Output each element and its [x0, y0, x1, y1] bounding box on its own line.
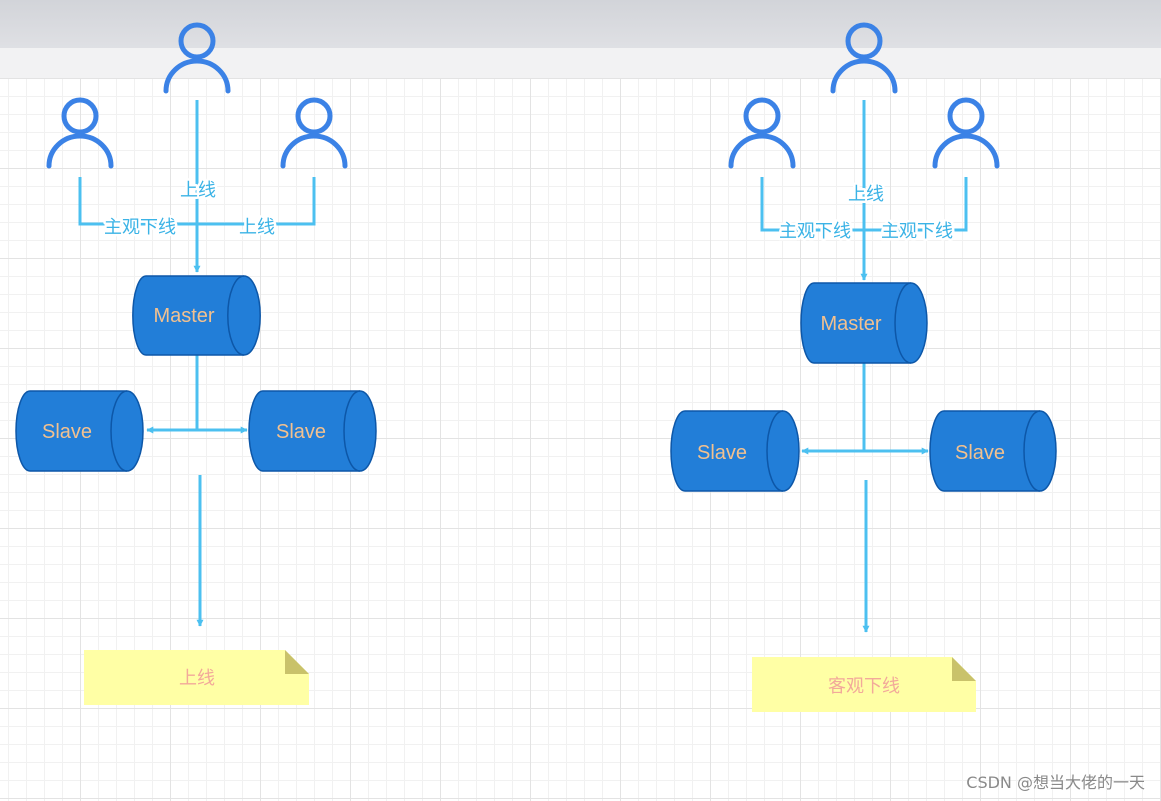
right-diagram: 上线 主观下线 主观下线 Master Slave Slave 客观下线 — [670, 22, 1057, 712]
right-master-label: Master — [820, 313, 881, 335]
right-note: 客观下线 — [752, 657, 976, 712]
left-note: 上线 — [84, 650, 309, 705]
left-master-db: Master — [132, 275, 261, 356]
user-icon — [830, 22, 898, 94]
left-slave-right-label: Slave — [276, 421, 326, 443]
left-label-left: 主观下线 — [104, 217, 176, 238]
left-diagram: 上线 主观下线 上线 Master Slave Slave 上线 — [15, 22, 377, 705]
left-connectors — [78, 100, 316, 627]
right-slave-right-db: Slave — [929, 410, 1057, 492]
user-icon — [932, 97, 1000, 169]
left-note-label: 上线 — [179, 668, 215, 689]
user-icon — [280, 97, 348, 169]
right-label-left: 主观下线 — [779, 221, 851, 242]
left-slave-left-db: Slave — [15, 390, 144, 472]
user-icon — [728, 97, 796, 169]
watermark: CSDN @想当大佬的一天 — [966, 773, 1145, 792]
left-master-label: Master — [153, 305, 214, 327]
left-slave-left-label: Slave — [42, 421, 92, 443]
right-connectors — [760, 100, 968, 633]
diagram: 上线 主观下线 上线 Master Slave Slave 上线 上线 主观下线… — [15, 22, 1057, 712]
right-note-label: 客观下线 — [828, 676, 900, 697]
right-slave-right-label: Slave — [955, 442, 1005, 464]
right-label-top: 上线 — [848, 184, 884, 205]
user-icon — [163, 22, 231, 94]
left-label-right: 上线 — [239, 217, 275, 238]
right-slave-left-label: Slave — [697, 442, 747, 464]
user-icon — [46, 97, 114, 169]
left-label-top: 上线 — [180, 180, 216, 201]
left-slave-right-db: Slave — [248, 390, 377, 472]
right-master-db: Master — [800, 282, 928, 364]
right-slave-left-db: Slave — [670, 410, 800, 492]
right-label-right: 主观下线 — [881, 221, 953, 242]
